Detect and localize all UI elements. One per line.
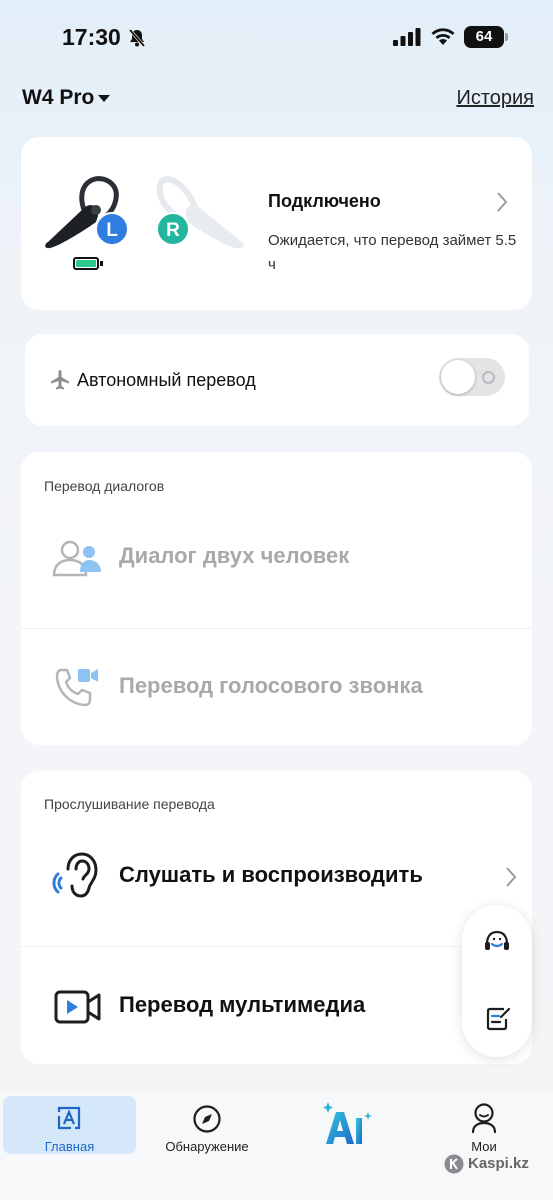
note-edit-icon[interactable] bbox=[484, 1005, 512, 1033]
history-link[interactable]: История bbox=[456, 87, 534, 110]
two-people-icon bbox=[52, 540, 101, 577]
left-earbud-badge: L bbox=[95, 212, 129, 246]
device-selector[interactable]: W4 Pro bbox=[22, 86, 94, 110]
chevron-right-icon[interactable] bbox=[504, 865, 518, 889]
ear-icon bbox=[52, 852, 98, 898]
profile-icon bbox=[471, 1103, 497, 1134]
compass-icon bbox=[193, 1105, 221, 1133]
row-label-listen-play: Слушать и воспроизводить bbox=[119, 862, 423, 887]
cellular-signal-icon bbox=[393, 28, 421, 46]
tab-label-home: Главная bbox=[44, 1139, 95, 1154]
connection-status: Подключено bbox=[268, 191, 381, 211]
video-play-icon bbox=[54, 990, 101, 1024]
row-label-voice-call: Перевод голосового звонка bbox=[119, 673, 423, 698]
kaspi-logo-icon bbox=[444, 1154, 464, 1174]
toggle-off-indicator bbox=[482, 371, 495, 384]
translation-time-estimate: Ожидается, что перевод займет 5.5 ч bbox=[268, 232, 517, 273]
headset-support-icon[interactable] bbox=[483, 928, 511, 956]
row-label-multimedia: Перевод мультимедиа bbox=[119, 992, 366, 1017]
earbud-battery-icon bbox=[73, 257, 99, 270]
earbud-battery-cap bbox=[100, 261, 103, 266]
airplane-icon bbox=[51, 370, 69, 390]
tab-label-discover: Обнаружение bbox=[165, 1139, 249, 1154]
section-title-listen: Прослушивание перевода bbox=[44, 796, 215, 812]
right-earbud-badge: R bbox=[156, 212, 190, 246]
status-time: 17:30 bbox=[62, 24, 121, 50]
offline-translation-label: Автономный перевод bbox=[77, 370, 256, 390]
watermark-text: Kaspi.kz bbox=[468, 1155, 529, 1172]
ai-sparkle-icon bbox=[323, 1102, 372, 1144]
battery-cap bbox=[505, 33, 508, 41]
row-label-two-person: Диалог двух человек bbox=[119, 543, 350, 568]
bell-muted-icon bbox=[128, 29, 146, 47]
tab-label-profile: Мои bbox=[471, 1139, 497, 1154]
battery-indicator: 64 bbox=[464, 26, 504, 48]
wifi-icon bbox=[431, 28, 455, 45]
dropdown-caret-icon[interactable] bbox=[98, 95, 110, 102]
section-title-dialog: Перевод диалогов bbox=[44, 478, 165, 494]
toggle-knob[interactable] bbox=[441, 360, 475, 394]
translate-icon bbox=[57, 1106, 81, 1130]
chevron-right-icon[interactable] bbox=[495, 190, 509, 214]
video-call-icon bbox=[55, 668, 98, 707]
